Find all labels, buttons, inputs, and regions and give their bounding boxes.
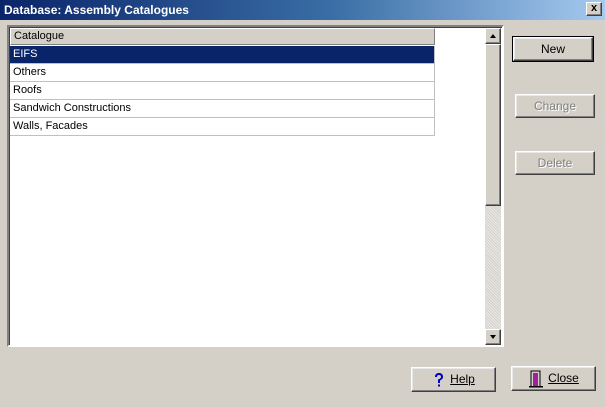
new-button[interactable]: New	[512, 36, 594, 62]
question-mark-icon	[435, 372, 444, 387]
column-header-catalogue[interactable]: Catalogue	[10, 28, 435, 45]
scroll-down-button[interactable]	[485, 329, 501, 345]
vertical-scrollbar[interactable]	[485, 28, 501, 345]
change-button[interactable]: Change	[515, 94, 595, 118]
close-button[interactable]: Close	[511, 366, 596, 391]
title-bar[interactable]: Database: Assembly Catalogues x	[0, 0, 605, 20]
window-close-button[interactable]: x	[586, 2, 602, 16]
scroll-up-button[interactable]	[485, 28, 501, 44]
help-label: Help	[450, 372, 475, 386]
arrow-up-icon	[490, 34, 496, 38]
list-item[interactable]: EIFS	[10, 46, 435, 64]
close-label: Close	[548, 371, 579, 385]
list-item[interactable]: Sandwich Constructions	[10, 100, 435, 118]
catalogue-list[interactable]: Catalogue EIFS Others Roofs Sandwich Con…	[7, 25, 504, 347]
arrow-down-icon	[490, 335, 496, 339]
delete-button[interactable]: Delete	[515, 151, 595, 175]
window-title: Database: Assembly Catalogues	[4, 3, 189, 17]
list-item[interactable]: Walls, Facades	[10, 118, 435, 136]
list-item[interactable]: Roofs	[10, 82, 435, 100]
list-item[interactable]: Others	[10, 64, 435, 82]
door-exit-icon	[529, 370, 544, 388]
help-button[interactable]: Help	[411, 367, 496, 392]
scrollbar-thumb[interactable]	[485, 44, 501, 206]
assembly-catalogues-dialog: Database: Assembly Catalogues x Catalogu…	[0, 0, 605, 407]
